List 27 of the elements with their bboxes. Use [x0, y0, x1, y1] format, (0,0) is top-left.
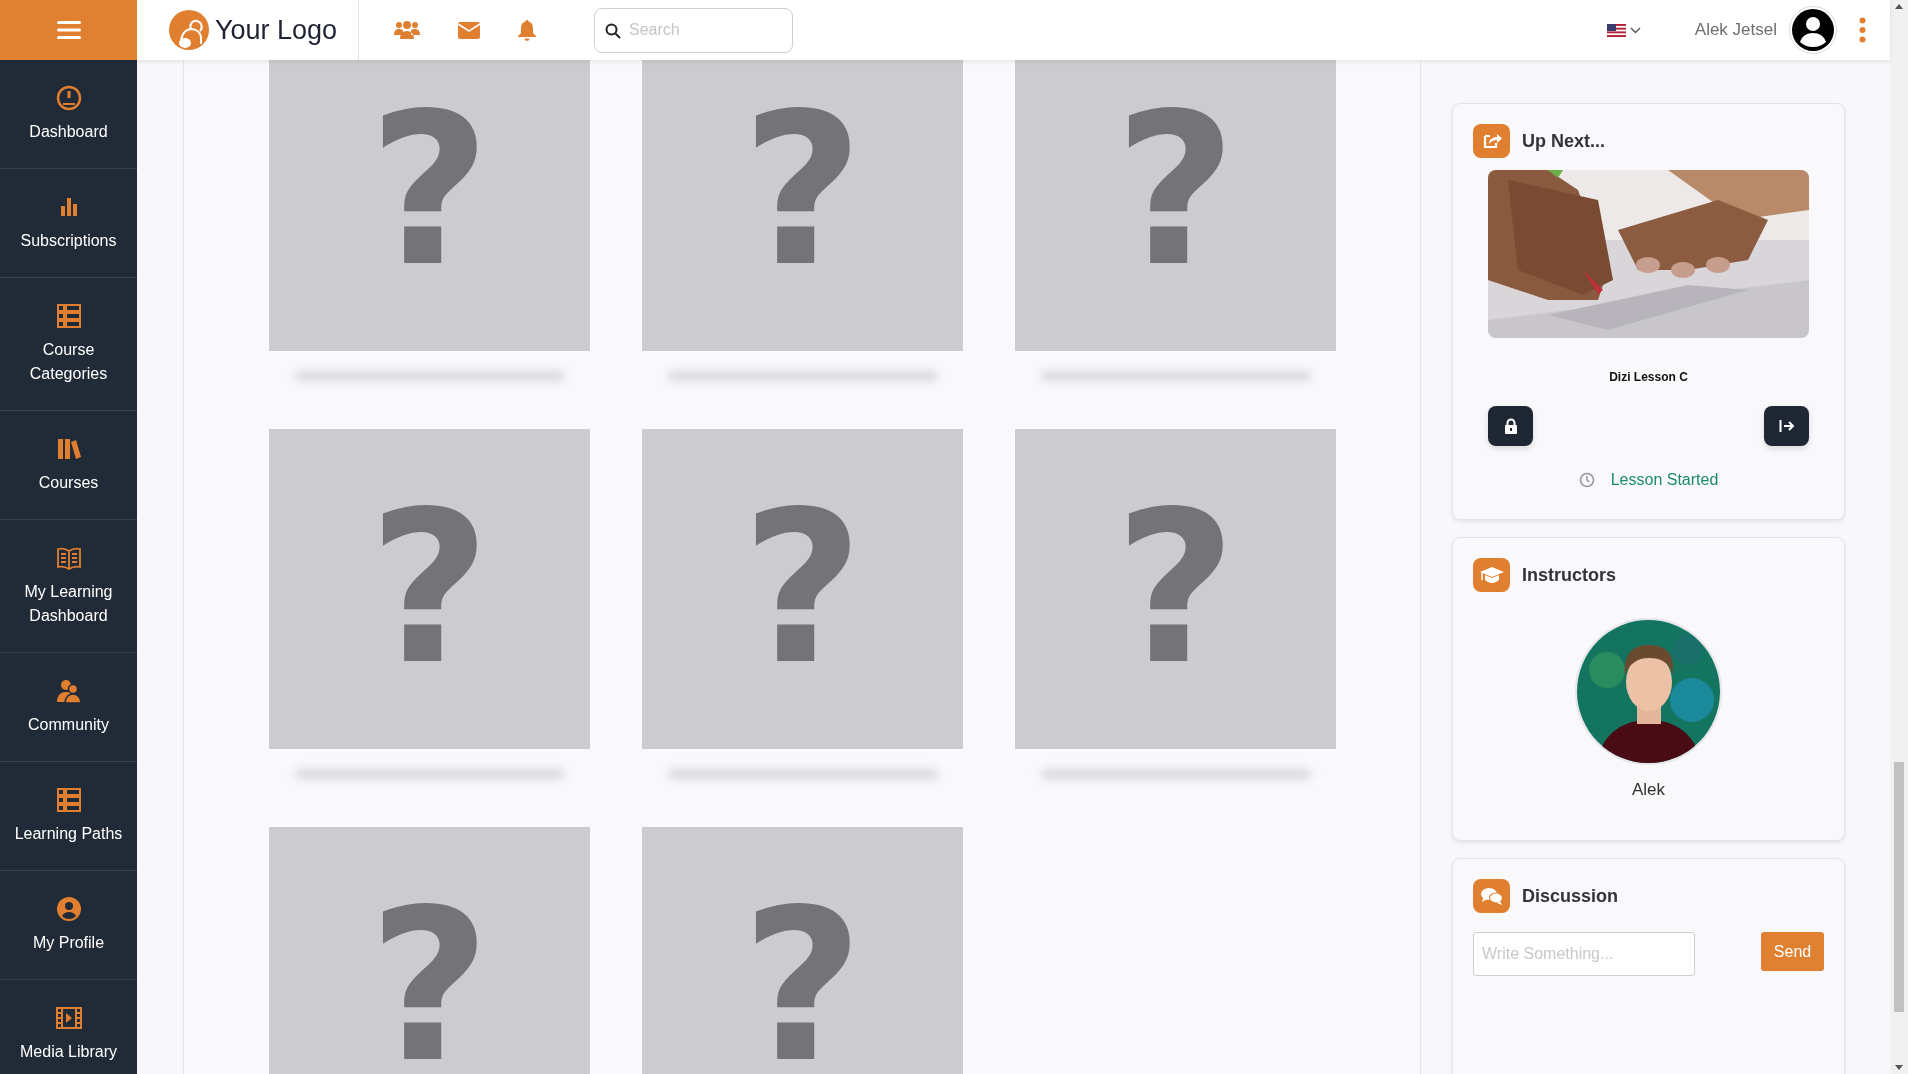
card-title: Instructors — [1522, 563, 1617, 587]
lesson-status: Lesson Started — [1610, 470, 1719, 490]
placeholder-image[interactable]: ? — [642, 429, 963, 749]
lesson-title: Dizi Lesson C — [1608, 369, 1689, 386]
placeholder-image[interactable]: ? — [1015, 429, 1336, 749]
placeholder-image[interactable]: ? — [269, 827, 590, 1074]
sidebar-item[interactable]: My Profile — [0, 871, 137, 980]
placeholder-image[interactable]: ? — [642, 827, 963, 1074]
sidebar-item[interactable]: Community — [0, 653, 137, 762]
card-title: Up Next... — [1522, 129, 1605, 153]
sidebar-item[interactable]: Learning Paths — [0, 762, 137, 871]
placeholder-image[interactable]: ? — [1015, 60, 1336, 351]
logo-text: Your Logo — [215, 13, 338, 47]
sidebar-item[interactable]: Course Categories — [0, 278, 137, 411]
sidebar-item[interactable]: Courses — [0, 411, 137, 520]
sidebar-item[interactable]: Media Library — [0, 980, 137, 1074]
sidebar-item[interactable]: Subscriptions — [0, 169, 137, 278]
search-field[interactable]: Search — [594, 7, 793, 53]
send-button[interactable]: Send — [1761, 932, 1824, 971]
sidebar-item[interactable]: Dashboard — [0, 60, 137, 169]
card-title: Discussion — [1522, 884, 1619, 908]
placeholder-image[interactable]: ? — [269, 60, 590, 351]
placeholder-image[interactable]: ? — [269, 429, 590, 749]
user-name[interactable]: Alek Jetsel — [1694, 17, 1777, 43]
instructor-name: Alek — [1631, 779, 1666, 801]
sidebar-item[interactable]: My Learning Dashboard — [0, 520, 137, 653]
placeholder-image[interactable]: ? — [642, 60, 963, 351]
